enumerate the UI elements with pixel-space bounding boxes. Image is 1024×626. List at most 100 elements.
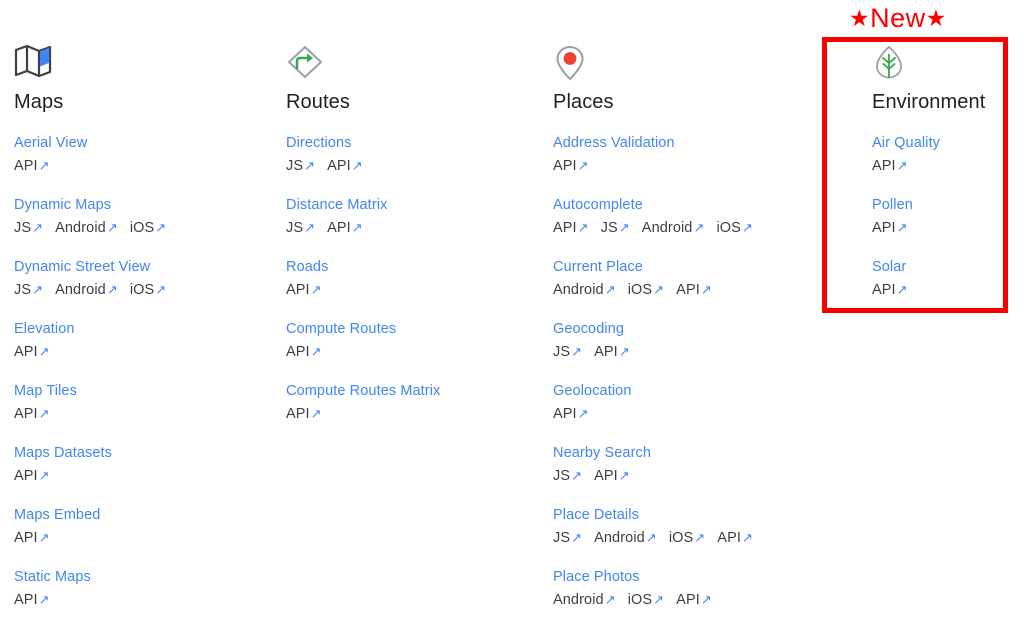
platform-label: Android	[553, 592, 604, 608]
platform-label: API	[14, 530, 38, 546]
platform-link[interactable]: Android ↗	[642, 218, 705, 238]
platform-link[interactable]: Android ↗	[594, 528, 657, 548]
platform-link[interactable]: iOS ↗	[628, 590, 664, 610]
platform-link[interactable]: API ↗	[594, 342, 630, 362]
product-link[interactable]: Place Photos	[553, 568, 803, 587]
platform-label: API	[717, 530, 741, 546]
product-link[interactable]: Address Validation	[553, 134, 803, 153]
leaf-icon	[876, 45, 902, 79]
platform-label: API	[14, 158, 38, 174]
platform-link[interactable]: API ↗	[327, 218, 363, 238]
external-link-icon: ↗	[351, 157, 363, 173]
platform-link[interactable]: Android ↗	[55, 280, 118, 300]
platform-link[interactable]: API ↗	[717, 528, 753, 548]
external-link-icon: ↗	[604, 281, 616, 297]
platform-link[interactable]: JS ↗	[553, 528, 582, 548]
product-link[interactable]: Static Maps	[14, 568, 264, 587]
platform-link[interactable]: API ↗	[676, 280, 712, 300]
product-link[interactable]: Map Tiles	[14, 382, 264, 401]
platform-label: Android	[55, 282, 106, 298]
platform-link[interactable]: API ↗	[553, 218, 589, 238]
platform-link[interactable]: Android ↗	[553, 590, 616, 610]
platform-link[interactable]: API ↗	[872, 156, 908, 176]
product-link[interactable]: Nearby Search	[553, 444, 803, 463]
platform-link[interactable]: API ↗	[553, 156, 589, 176]
product-entry: Maps Embed API ↗	[14, 506, 264, 548]
product-link[interactable]: Aerial View	[14, 134, 264, 153]
external-link-icon: ↗	[741, 529, 753, 545]
platform-label: API	[594, 344, 618, 360]
product-entry: Address Validation API ↗	[553, 134, 803, 176]
platform-link[interactable]: API ↗	[14, 590, 50, 610]
platform-link[interactable]: API ↗	[286, 342, 322, 362]
platform-links: Android ↗ iOS ↗ API ↗	[553, 590, 803, 610]
product-link[interactable]: Air Quality	[872, 134, 1012, 153]
platform-links: API ↗	[14, 590, 264, 610]
platform-label: API	[676, 592, 700, 608]
product-link[interactable]: Place Details	[553, 506, 803, 525]
external-link-icon: ↗	[700, 591, 712, 607]
platform-link[interactable]: API ↗	[872, 280, 908, 300]
product-link[interactable]: Distance Matrix	[286, 196, 536, 215]
platform-link[interactable]: API ↗	[14, 466, 50, 486]
platform-link[interactable]: JS ↗	[601, 218, 630, 238]
product-entry: Directions JS ↗ API ↗	[286, 134, 536, 176]
product-link[interactable]: Autocomplete	[553, 196, 803, 215]
platform-label: API	[553, 220, 577, 236]
platform-link[interactable]: JS ↗	[14, 218, 43, 238]
platform-link[interactable]: API ↗	[14, 342, 50, 362]
product-link[interactable]: Dynamic Street View	[14, 258, 264, 277]
external-link-icon: ↗	[38, 529, 50, 545]
product-link[interactable]: Geocoding	[553, 320, 803, 339]
platform-link[interactable]: JS ↗	[14, 280, 43, 300]
platform-link[interactable]: API ↗	[14, 528, 50, 548]
product-link[interactable]: Current Place	[553, 258, 803, 277]
product-entry: Place Details JS ↗ Android ↗ iOS ↗ API ↗	[553, 506, 803, 548]
platform-label: iOS	[627, 282, 653, 298]
column-places: Places Address Validation API ↗ Autocomplete…	[553, 44, 803, 610]
product-link[interactable]: Pollen	[872, 196, 1012, 215]
platform-link[interactable]: iOS ↗	[130, 280, 166, 300]
platform-link[interactable]: Android ↗	[553, 280, 616, 300]
product-entry: Geocoding JS ↗ API ↗	[553, 320, 803, 362]
platform-link[interactable]: API ↗	[872, 218, 908, 238]
product-entry: Static Maps API ↗	[14, 568, 264, 610]
product-link[interactable]: Directions	[286, 134, 536, 153]
platform-link[interactable]: API ↗	[14, 404, 50, 424]
platform-link[interactable]: iOS ↗	[669, 528, 705, 548]
product-link[interactable]: Elevation	[14, 320, 264, 339]
platform-link[interactable]: iOS ↗	[628, 280, 664, 300]
platform-link[interactable]: API ↗	[553, 404, 589, 424]
platform-link[interactable]: iOS ↗	[716, 218, 752, 238]
platform-link[interactable]: API ↗	[594, 466, 630, 486]
platform-link[interactable]: iOS ↗	[130, 218, 166, 238]
platform-link[interactable]: API ↗	[676, 590, 712, 610]
platform-label: JS	[553, 468, 571, 484]
product-link[interactable]: Dynamic Maps	[14, 196, 264, 215]
product-link[interactable]: Maps Datasets	[14, 444, 264, 463]
external-link-icon: ↗	[618, 219, 630, 235]
platform-link[interactable]: JS ↗	[286, 218, 315, 238]
platform-link[interactable]: JS ↗	[553, 466, 582, 486]
platform-link[interactable]: JS ↗	[553, 342, 582, 362]
product-link[interactable]: Geolocation	[553, 382, 803, 401]
platform-link[interactable]: Android ↗	[55, 218, 118, 238]
platform-label: API	[286, 282, 310, 298]
external-link-icon: ↗	[38, 591, 50, 607]
column-maps: Maps Aerial View API ↗ Dynamic Maps JS ↗ Androi…	[14, 44, 264, 610]
external-link-icon: ↗	[38, 157, 50, 173]
platform-link[interactable]: API ↗	[14, 156, 50, 176]
external-link-icon: ↗	[896, 281, 908, 297]
product-link[interactable]: Maps Embed	[14, 506, 264, 525]
product-link[interactable]: Roads	[286, 258, 536, 277]
platform-link[interactable]: API ↗	[286, 280, 322, 300]
product-link[interactable]: Compute Routes	[286, 320, 536, 339]
platform-link[interactable]: JS ↗	[286, 156, 315, 176]
platform-link[interactable]: API ↗	[327, 156, 363, 176]
product-link[interactable]: Solar	[872, 258, 1012, 277]
platform-link[interactable]: API ↗	[286, 404, 322, 424]
external-link-icon: ↗	[38, 467, 50, 483]
product-link[interactable]: Compute Routes Matrix	[286, 382, 536, 401]
column-environment: Environment Air Quality API ↗ Pollen API ↗ Sola…	[872, 44, 1012, 300]
platform-label: iOS	[716, 220, 741, 236]
